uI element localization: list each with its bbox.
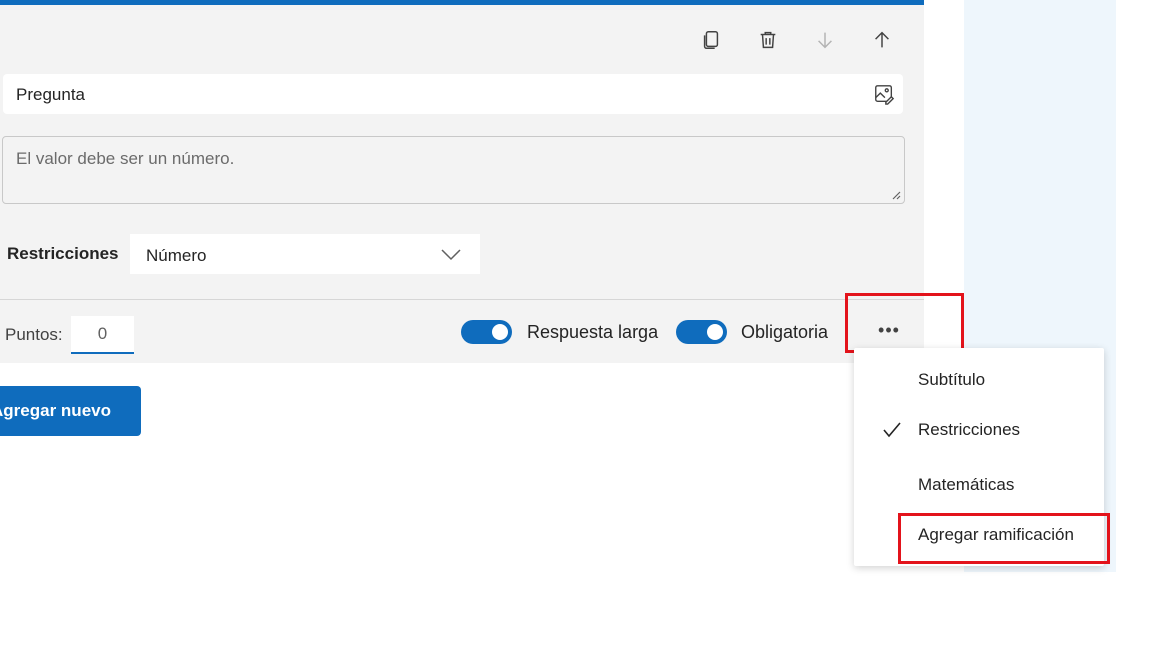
more-options-menu: Subtítulo Restricciones Matemáticas Agre…: [854, 348, 1104, 566]
menu-item-restrictions[interactable]: Restricciones: [854, 410, 1104, 450]
move-down-button[interactable]: [811, 26, 839, 54]
menu-item-add-branching[interactable]: Agregar ramificación: [854, 515, 1104, 555]
long-answer-toggle[interactable]: [461, 320, 512, 344]
long-answer-label: Respuesta larga: [527, 322, 659, 342]
divider: [0, 299, 924, 300]
menu-item-label: Subtítulo: [918, 370, 986, 389]
restrictions-dropdown[interactable]: Número: [130, 234, 480, 274]
question-title-text: Pregunta: [16, 85, 85, 104]
add-new-button[interactable]: Agregar nuevo: [0, 386, 141, 436]
move-up-icon: [875, 31, 889, 48]
question-title-input[interactable]: Pregunta: [3, 74, 903, 114]
toggle-knob: [492, 324, 508, 340]
menu-item-label: Agregar ramificación: [918, 525, 1074, 544]
required-label: Obligatoria: [741, 322, 829, 342]
card-accent-bar: [0, 0, 924, 5]
move-up-button[interactable]: [868, 26, 896, 54]
restrictions-selected-value: Número: [146, 246, 207, 265]
delete-button[interactable]: [754, 26, 782, 54]
points-input[interactable]: 0: [71, 316, 134, 354]
subtitle-placeholder: El valor debe ser un número.: [16, 149, 235, 168]
resize-grip-icon[interactable]: [891, 190, 901, 200]
insert-image-icon[interactable]: [873, 83, 895, 105]
copy-button[interactable]: [697, 26, 725, 54]
more-options-button[interactable]: •••: [873, 315, 905, 345]
menu-item-label: Restricciones: [918, 420, 1021, 439]
toggle-knob: [707, 324, 723, 340]
question-card: Pregunta El valor debe ser un número. Re…: [0, 0, 924, 363]
move-down-icon: [818, 32, 832, 49]
points-label: Puntos:: [5, 325, 63, 344]
delete-icon: [760, 31, 776, 49]
subtitle-textarea[interactable]: El valor debe ser un número.: [2, 136, 905, 204]
chevron-down-icon: [441, 249, 461, 261]
menu-item-label: Matemáticas: [918, 475, 1015, 494]
add-new-label: Agregar nuevo: [0, 401, 111, 420]
menu-item-subtitle[interactable]: Subtítulo: [854, 360, 1104, 400]
restrictions-label: Restricciones: [7, 244, 119, 263]
more-options-icon: •••: [878, 319, 900, 340]
copy-icon: [703, 31, 719, 49]
checkmark-icon: [883, 422, 901, 438]
required-toggle[interactable]: [676, 320, 727, 344]
menu-item-math[interactable]: Matemáticas: [854, 465, 1104, 505]
